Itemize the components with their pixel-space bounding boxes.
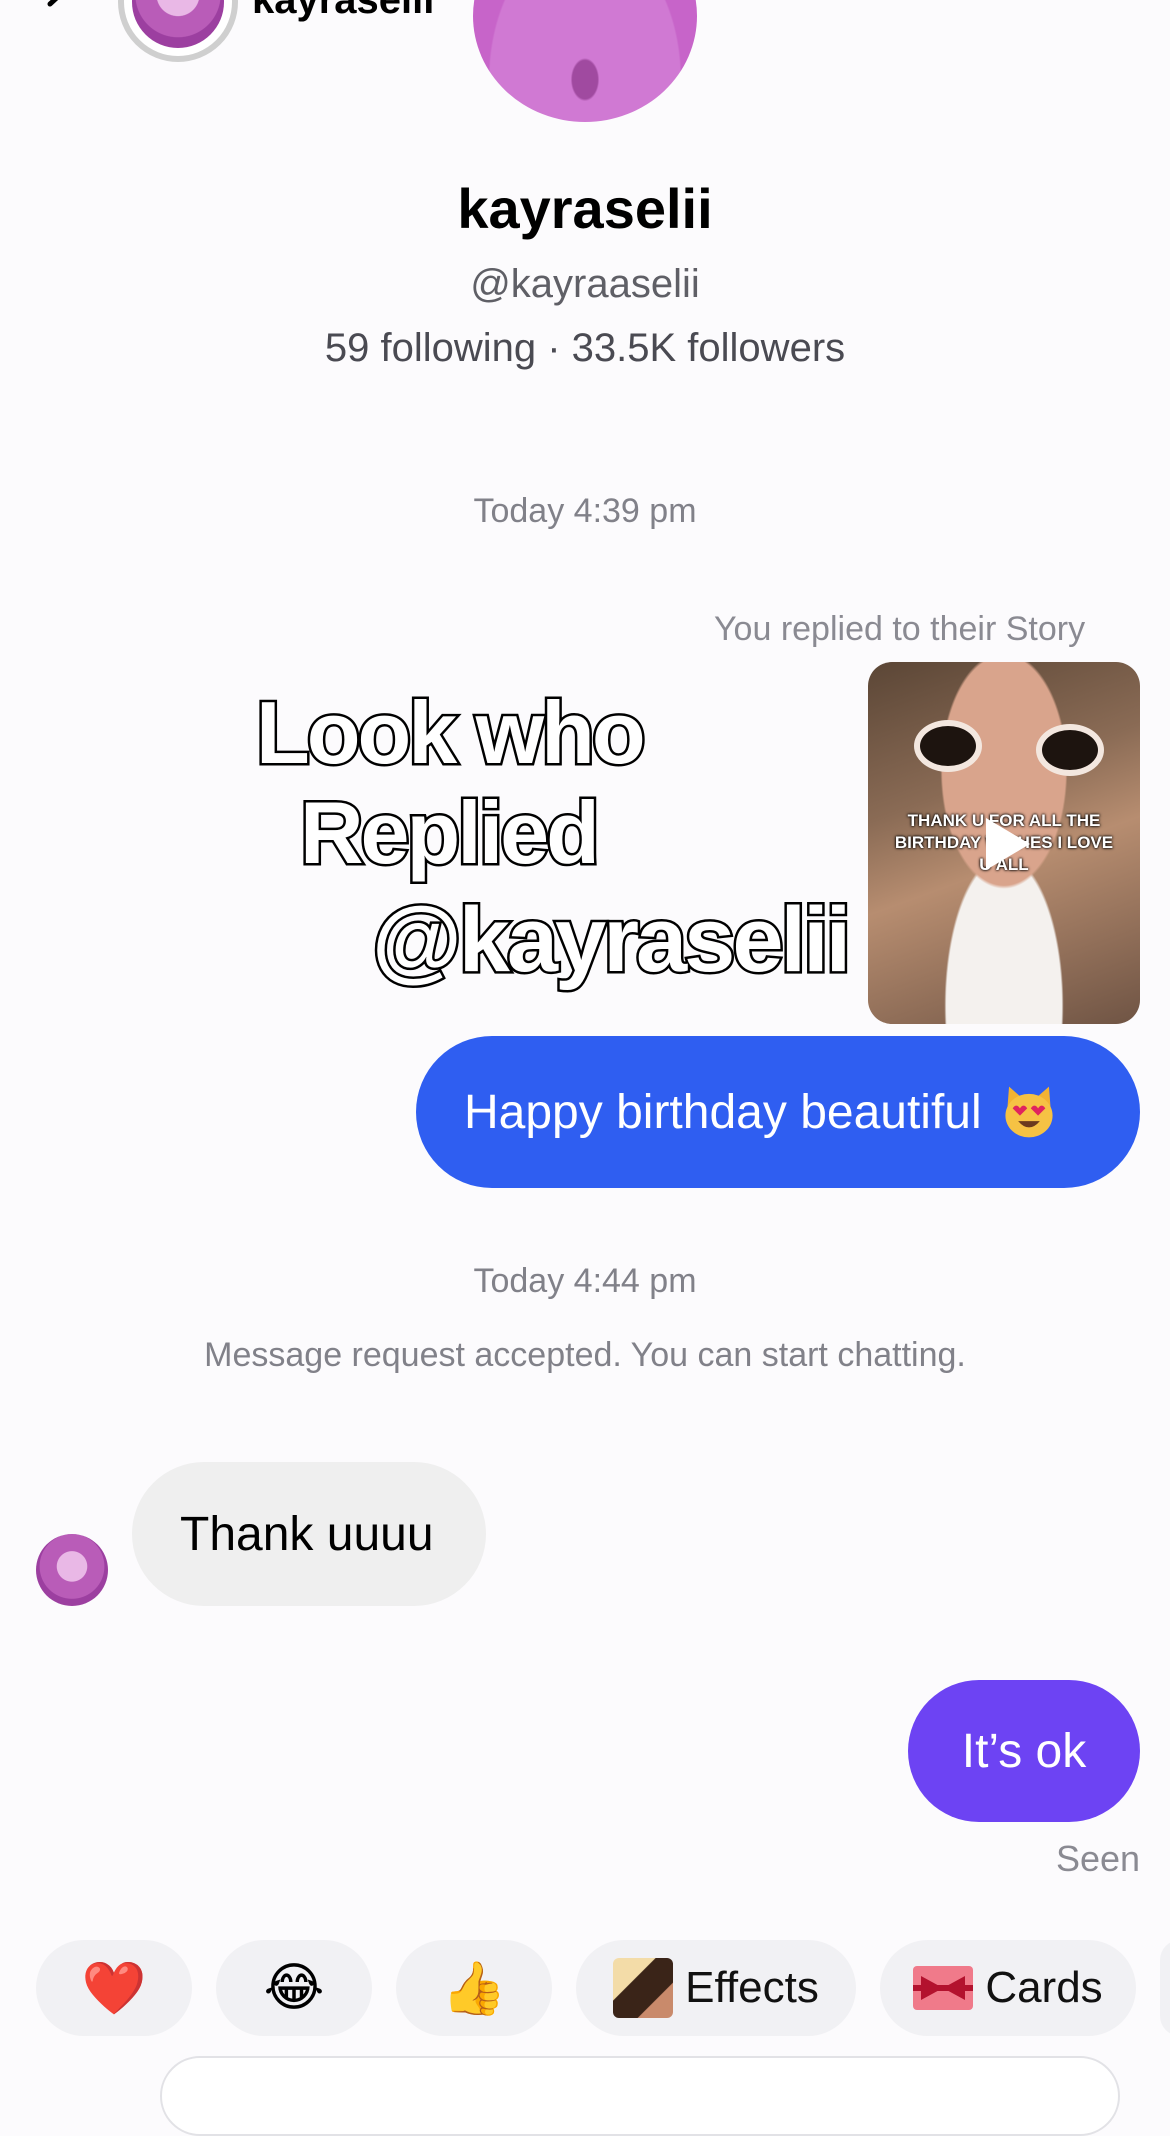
quick-reaction-heart[interactable]: ❤️ bbox=[36, 1940, 192, 2036]
gift-card-icon bbox=[913, 1966, 974, 2010]
quick-reaction-laugh[interactable]: 😂 bbox=[216, 1940, 372, 2036]
timestamp: Today 4:39 pm bbox=[473, 492, 697, 530]
seen-status: Seen bbox=[1056, 1838, 1141, 1879]
story-thumbnail[interactable]: THANK U FOR ALL THE BIRTHDAY WISHES I LO… bbox=[868, 662, 1140, 1024]
effects-label: Effects bbox=[685, 1963, 819, 2012]
play-icon[interactable] bbox=[972, 812, 1036, 876]
message-text: Thank uuuu bbox=[180, 1507, 434, 1561]
header-avatar[interactable] bbox=[118, 0, 238, 62]
effects-button[interactable]: Effects bbox=[576, 1940, 856, 2036]
received-message-bubble[interactable]: Thank uuuu bbox=[132, 1462, 486, 1606]
profile-stats: 59 following · 33.5K followers bbox=[324, 326, 846, 370]
thumbs-up-emoji-icon: 👍 bbox=[441, 1959, 507, 2018]
overlay-text-line: Look who bbox=[254, 681, 649, 785]
cards-label: Cards bbox=[985, 1963, 1103, 2012]
cards-button[interactable]: Cards bbox=[880, 1940, 1136, 2036]
sent-message-bubble[interactable]: It’s ok bbox=[908, 1680, 1140, 1822]
profile-avatar[interactable] bbox=[473, 0, 697, 122]
back-arrow-icon[interactable] bbox=[38, 0, 86, 28]
quick-reaction-thumbs-up[interactable]: 👍 bbox=[396, 1940, 552, 2036]
message-input[interactable] bbox=[160, 2056, 1120, 2136]
message-text: Happy birthday beautiful bbox=[464, 1085, 982, 1139]
overlay-text-line: Replied bbox=[298, 781, 603, 885]
header-username[interactable]: kayraselii bbox=[252, 0, 434, 23]
story-reply-note: You replied to their Story bbox=[714, 610, 1086, 648]
more-options-icon[interactable] bbox=[1052, 0, 1116, 8]
effects-thumbnail-icon bbox=[613, 1958, 674, 2018]
profile-handle: @kayraaselii bbox=[470, 262, 700, 306]
heart-eyes-cat-emoji-icon bbox=[1005, 1086, 1053, 1138]
laughing-emoji-icon: 😂 bbox=[263, 1959, 325, 2017]
heart-emoji-icon: ❤️ bbox=[81, 1959, 147, 2018]
timestamp: Today 4:44 pm bbox=[473, 1262, 697, 1300]
message-text: It’s ok bbox=[961, 1724, 1087, 1778]
system-message: Message request accepted. You can start … bbox=[204, 1336, 966, 1374]
profile-name: kayraselii bbox=[457, 177, 713, 240]
overlay-text-line: @kayraselii bbox=[369, 887, 853, 994]
quick-bar-overflow-chip[interactable] bbox=[1160, 1940, 1170, 2036]
sent-message-bubble[interactable]: Happy birthday beautiful bbox=[416, 1036, 1140, 1188]
sender-avatar[interactable] bbox=[36, 1534, 108, 1606]
